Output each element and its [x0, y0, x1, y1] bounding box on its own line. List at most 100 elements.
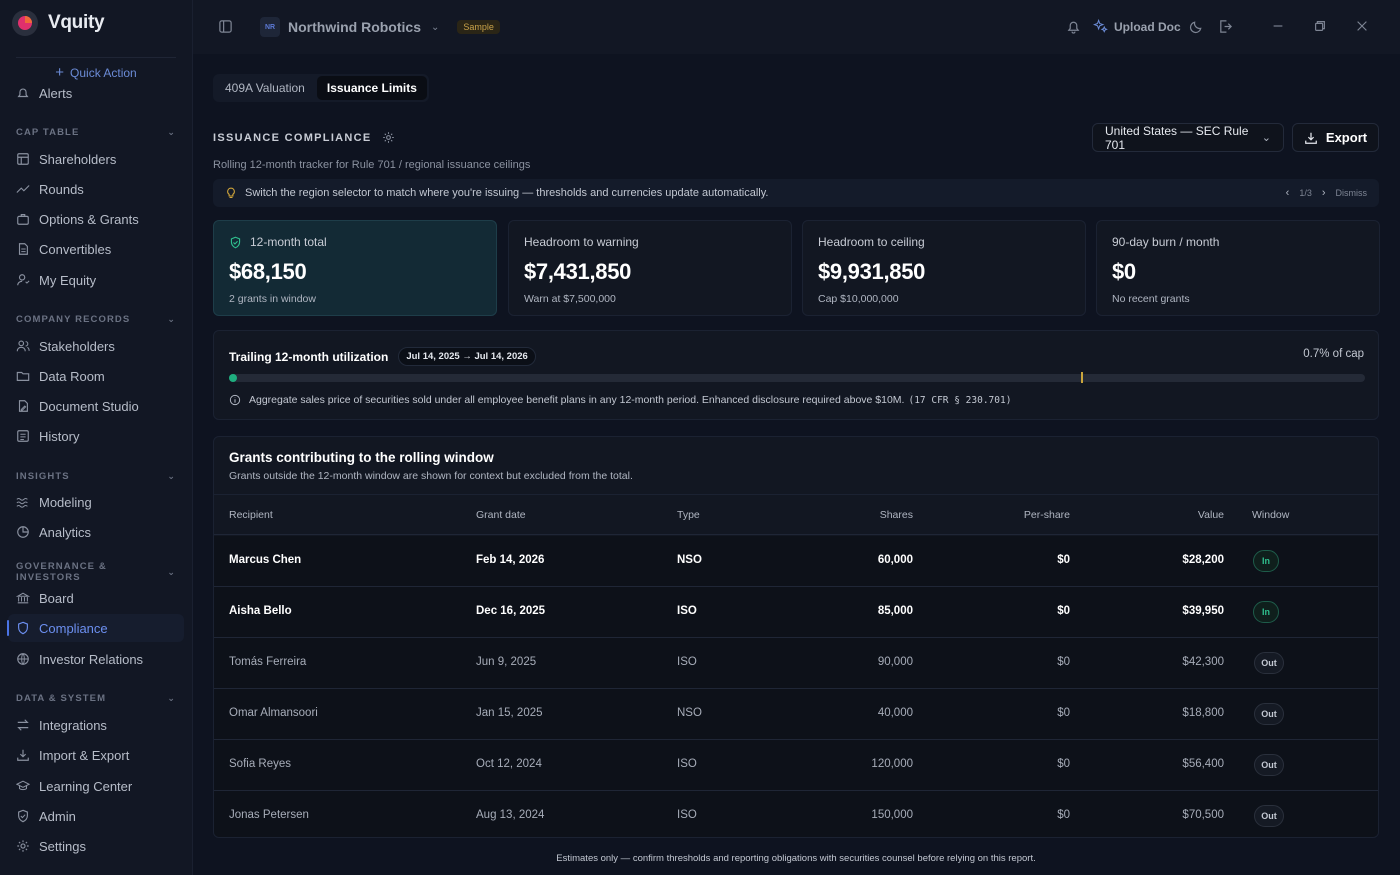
restore-button[interactable] [1313, 19, 1327, 33]
edit-document-icon [18, 400, 28, 412]
section-company-records[interactable]: COMPANY RECORDS ⌄ [16, 312, 176, 326]
sidebar-item-label: Document Studio [39, 398, 139, 414]
kpi-value: $7,431,850 [524, 259, 632, 284]
close-button[interactable] [1355, 19, 1369, 33]
kpi-value: $68,150 [229, 259, 307, 284]
column-header-value[interactable]: Value [1124, 509, 1224, 521]
table-row[interactable]: Marcus Chen Feb 14, 2026 NSO 60,000 $0 $28,20… [214, 536, 1378, 587]
graduation-cap-icon [16, 780, 30, 791]
download-icon [1305, 132, 1317, 144]
sidebar-item-document-studio[interactable]: Document Studio [8, 392, 184, 420]
sidebar-item-history[interactable]: History [8, 422, 184, 450]
quick-action-button[interactable]: + Quick Action [16, 57, 176, 87]
table-row[interactable]: Aisha Bello Dec 16, 2025 ISO 85,000 $0 $39,95… [214, 587, 1378, 638]
kpi-card-12-month-total: 12-month total $68,150 2 grants in windo… [213, 220, 497, 316]
column-header-grant-date[interactable]: Grant date [476, 509, 526, 521]
sidebar-item-integrations[interactable]: Integrations [8, 711, 184, 739]
shield-check-icon [18, 809, 28, 823]
column-header-shares[interactable]: Shares [814, 509, 913, 521]
kpi-subtext: Warn at $7,500,000 [524, 293, 616, 305]
kpi-value: $9,931,850 [818, 259, 926, 284]
restore-icon [1315, 21, 1325, 31]
close-icon [1357, 21, 1367, 31]
window-status-badge: In [1253, 601, 1279, 623]
sidebar-item-analytics[interactable]: Analytics [8, 518, 184, 546]
sidebar-item-label: Compliance [39, 620, 108, 636]
window-status-badge: Out [1254, 652, 1284, 674]
grants-subtitle: Grants outside the 12-month window are s… [229, 470, 633, 482]
sidebar-item-convertibles[interactable]: Convertibles [8, 235, 184, 263]
section-data-system[interactable]: DATA & SYSTEM ⌄ [16, 691, 176, 705]
minimize-button[interactable] [1271, 19, 1285, 33]
grants-title: Grants contributing to the rolling windo… [229, 450, 494, 465]
utilization-percent: 0.7% of cap [1303, 348, 1364, 360]
sidebar-item-investor-relations[interactable]: Investor Relations [8, 645, 184, 673]
chevron-left-icon[interactable]: ‹ [1286, 187, 1290, 199]
kpi-value: $0 [1112, 259, 1136, 284]
column-header-type[interactable]: Type [677, 509, 700, 521]
toggle-sidebar-button[interactable] [218, 19, 233, 34]
chevron-right-icon[interactable]: › [1322, 187, 1326, 199]
sidebar-item-admin[interactable]: Admin [8, 802, 184, 830]
chevron-down-icon: ⌄ [431, 21, 440, 33]
table-row[interactable]: Sofia Reyes Oct 12, 2024 ISO 120,000 $0 $56,4… [214, 740, 1378, 791]
theme-toggle-button[interactable] [1189, 19, 1204, 34]
logout-button[interactable] [1218, 19, 1233, 34]
chevron-down-icon: ⌄ [167, 566, 176, 577]
cell-recipient: Omar Almansoori [229, 707, 318, 719]
cell-per-share: $0 [1057, 605, 1070, 617]
sidebar-item-stakeholders[interactable]: Stakeholders [8, 332, 184, 360]
column-header-window[interactable]: Window [1252, 509, 1289, 521]
sidebar-item-modeling[interactable]: Modeling [8, 488, 184, 516]
gear-icon [17, 840, 29, 852]
section-insights[interactable]: INSIGHTS ⌄ [16, 469, 176, 483]
sidebar-item-learning-center[interactable]: Learning Center [8, 772, 184, 800]
utilization-card: Trailing 12-month utilization Jul 14, 20… [213, 330, 1379, 420]
chevron-down-icon: ⌄ [167, 470, 176, 481]
logout-icon [1220, 20, 1232, 33]
cell-shares: 60,000 [877, 554, 913, 566]
sidebar-item-compliance[interactable]: Compliance [7, 614, 184, 642]
section-cap-table[interactable]: CAP TABLE ⌄ [16, 125, 176, 139]
sidebar-item-my-equity[interactable]: My Equity [8, 266, 184, 294]
table-row[interactable]: Jonas Petersen Aug 13, 2024 ISO 150,000 $0 $7… [214, 791, 1378, 837]
region-select[interactable]: United States — SEC Rule 701 ⌄ [1092, 123, 1284, 152]
notifications-button[interactable] [1066, 19, 1081, 34]
cell-shares: 85,000 [877, 605, 913, 617]
upload-doc-button[interactable]: Upload Doc [1093, 19, 1181, 34]
kpi-subtext: Cap $10,000,000 [818, 293, 899, 305]
cell-type: ISO [677, 656, 697, 668]
workspace-name: Northwind Robotics [288, 19, 421, 35]
column-header-recipient[interactable]: Recipient [229, 509, 273, 521]
sidebar-item-label: Investor Relations [39, 651, 144, 667]
tip-dismiss-button[interactable]: Dismiss [1336, 188, 1368, 198]
sidebar-item-label: Admin [39, 808, 76, 824]
sidebar-item-settings[interactable]: Settings [8, 832, 184, 860]
column-header-per-share[interactable]: Per-share [970, 509, 1070, 521]
sparkle-icon [1093, 19, 1108, 33]
upload-doc-label: Upload Doc [1114, 19, 1181, 34]
sidebar-item-data-room[interactable]: Data Room [8, 362, 184, 390]
sidebar-item-label: Options & Grants [39, 211, 139, 227]
tip-page-indicator: 1/3 [1299, 188, 1312, 198]
sidebar-item-rounds[interactable]: Rounds [8, 175, 184, 203]
sidebar-item-alerts[interactable]: Alerts [8, 87, 184, 107]
tab-409a-valuation[interactable]: 409A Valuation [215, 76, 315, 100]
brand[interactable]: Vquity [12, 10, 105, 36]
gear-icon[interactable] [382, 131, 395, 144]
export-button[interactable]: Export [1292, 123, 1379, 152]
tab-issuance-limits[interactable]: Issuance Limits [316, 76, 427, 100]
workspace-switcher[interactable]: NR Northwind Robotics ⌄ Sample [260, 17, 500, 37]
table-row[interactable]: Tomás Ferreira Jun 9, 2025 ISO 90,000 $0 $42,… [214, 638, 1378, 689]
sidebar-toggle-icon [219, 20, 232, 33]
kpi-subtext: 2 grants in window [229, 293, 316, 305]
table-row[interactable]: Omar Almansoori Jan 15, 2025 NSO 40,000 $0 $1… [214, 689, 1378, 740]
sidebar-item-board[interactable]: Board [8, 584, 184, 612]
globe-icon [17, 653, 29, 665]
sidebar-item-import-export[interactable]: Import & Export [8, 741, 184, 769]
section-title: CAP TABLE [16, 126, 80, 138]
section-governance[interactable]: GOVERNANCE & INVESTORS ⌄ [16, 561, 176, 583]
sidebar-item-options-grants[interactable]: Options & Grants [8, 205, 184, 233]
cell-recipient: Marcus Chen [229, 554, 302, 566]
sidebar-item-shareholders[interactable]: Shareholders [8, 145, 184, 173]
